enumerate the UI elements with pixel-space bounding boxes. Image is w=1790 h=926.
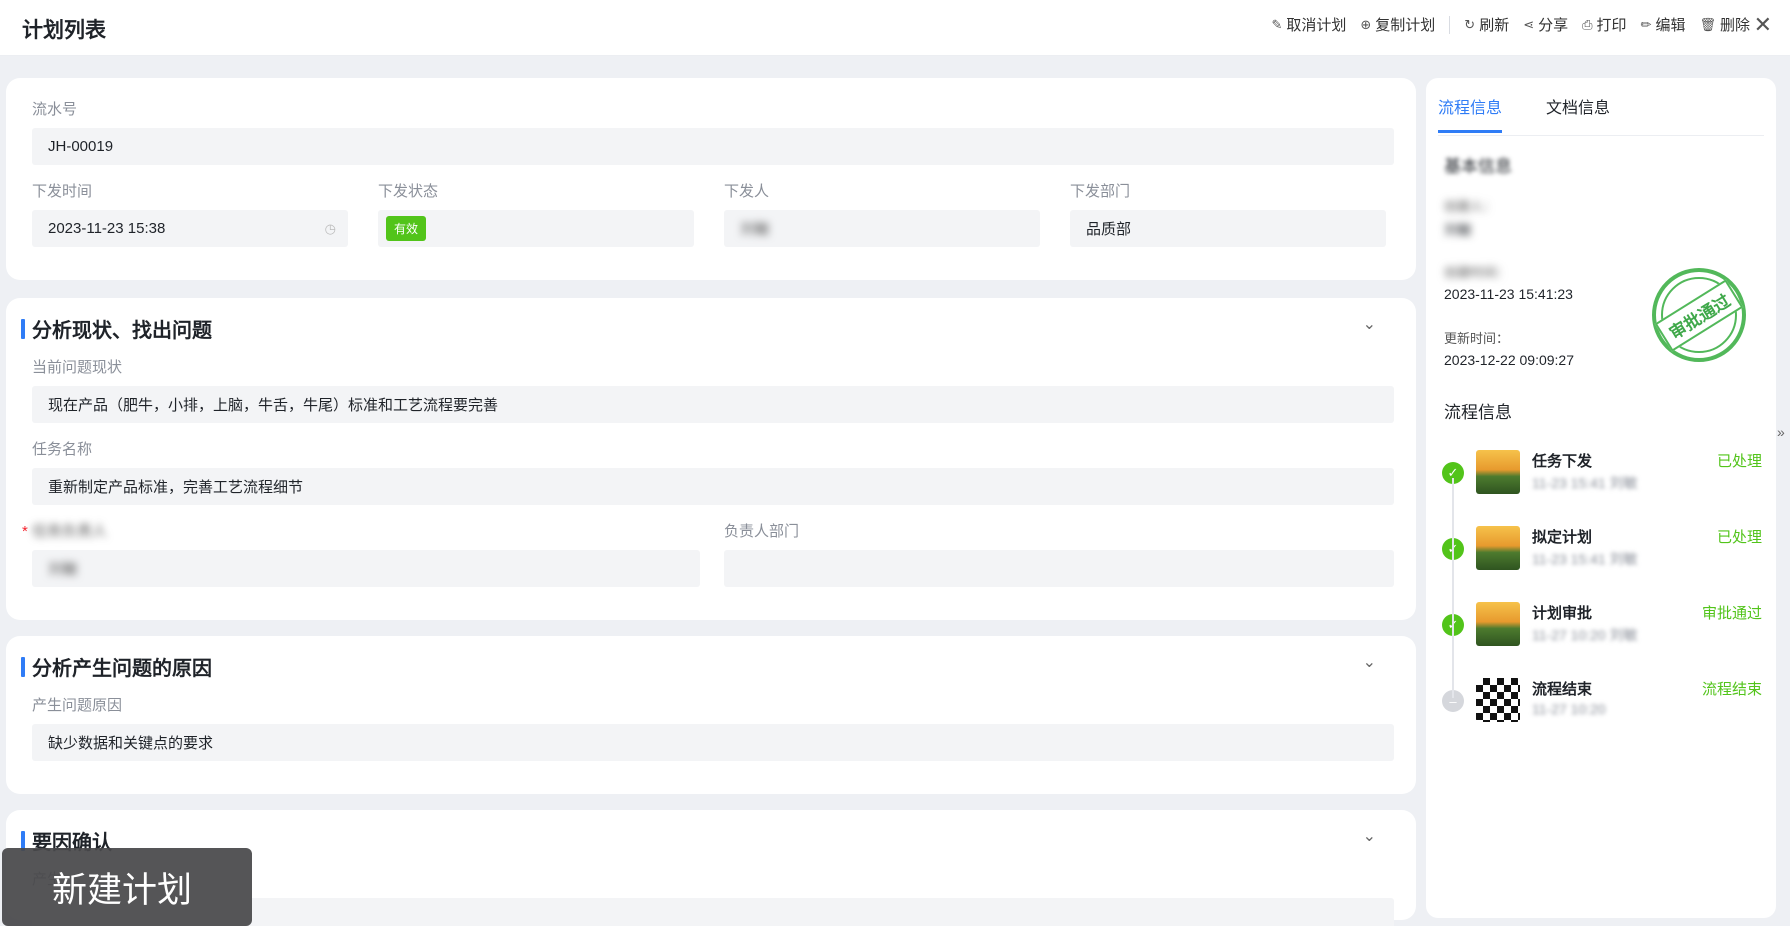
plus-circle-icon: ⊕: [1360, 16, 1372, 32]
create-time-label: 创建时间：: [1444, 265, 1510, 280]
basic-info-card: 流水号 JH-00019 下发时间 2023-11-23 15:38 ◷ 下发状…: [6, 78, 1416, 280]
tab-doc-info[interactable]: 文档信息: [1546, 94, 1610, 133]
update-time-value: 2023-12-22 09:09:27: [1444, 352, 1574, 368]
panel-tabs: 流程信息 文档信息: [1438, 94, 1610, 133]
flow-step: ✓ 计划审批 11-27 10:20 刘敏 审批通过: [1442, 600, 1762, 660]
section-title: 分析产生问题的原因: [21, 652, 212, 681]
edit-box-icon: ✎: [1271, 16, 1283, 32]
issue-status-label: 下发状态: [378, 183, 439, 200]
pencil-icon: ✏: [1640, 16, 1652, 32]
double-chevron-right-icon[interactable]: »: [1777, 424, 1785, 440]
flow-info-heading: 流程信息: [1444, 403, 1512, 422]
status-badge: 有效: [386, 216, 427, 241]
owner-dept-label: 负责人部门: [724, 523, 800, 540]
approved-stamp: 审批通过: [1652, 268, 1746, 362]
tab-flow-info[interactable]: 流程信息: [1438, 94, 1503, 133]
right-info-panel: 流程信息 文档信息 基本信息 创建人： 刘敏 创建时间： 2023-11-23 …: [1426, 78, 1776, 918]
printer-icon: ⎙: [1582, 16, 1593, 32]
copy-plan-button[interactable]: ⊕ 复制计划: [1360, 14, 1435, 35]
task-owner-label: * 任务负责人: [22, 523, 108, 540]
avatar: [1476, 450, 1520, 494]
toolbar: ✎ 取消计划 ⊕ 复制计划 ↻ 刷新 ⋖ 分享 ⎙ 打印 ✏ 编辑 🗑 删除: [1271, 14, 1750, 35]
cancel-plan-button[interactable]: ✎ 取消计划: [1271, 14, 1346, 35]
issue-dept-field[interactable]: 品质部: [1070, 210, 1386, 247]
section-accent-bar: [21, 318, 25, 339]
delete-button[interactable]: 🗑 删除: [1699, 14, 1750, 35]
task-owner-field[interactable]: 刘敏: [32, 550, 700, 587]
issuer-label: 下发人: [724, 183, 770, 200]
print-button[interactable]: ⎙ 打印: [1582, 14, 1626, 35]
serial-label: 流水号: [32, 101, 78, 118]
cause-section-card: 分析产生问题的原因 ⌄ 产生问题原因 缺少数据和关键点的要求: [6, 636, 1416, 794]
close-icon[interactable]: ✕: [1754, 12, 1772, 38]
page-title: 计划列表: [22, 19, 106, 42]
chevron-down-icon[interactable]: ⌄: [1363, 314, 1376, 334]
create-time-value: 2023-11-23 15:41:23: [1444, 286, 1573, 302]
cause-label: 产生问题原因: [32, 697, 123, 714]
issue-dept-label: 下发部门: [1070, 183, 1131, 200]
refresh-icon: ↻: [1464, 16, 1476, 32]
update-time-label: 更新时间：: [1444, 331, 1510, 346]
creator-label: 创建人：: [1444, 199, 1497, 214]
issue-time-field[interactable]: 2023-11-23 15:38 ◷: [32, 210, 348, 247]
basic-info-heading: 基本信息: [1444, 157, 1512, 176]
flow-step: ✓ 拟定计划 11-23 15:41 刘敏 已处理: [1442, 524, 1762, 584]
toast-message: 新建计划: [2, 848, 252, 926]
avatar: [1476, 526, 1520, 570]
clock-icon: ◷: [324, 220, 336, 236]
refresh-button[interactable]: ↻ 刷新: [1464, 14, 1509, 35]
toolbar-divider: [1449, 15, 1451, 34]
top-bar: 计划列表 ✎ 取消计划 ⊕ 复制计划 ↻ 刷新 ⋖ 分享 ⎙ 打印 ✏ 编辑 🗑 删除 ✕: [0, 0, 1790, 56]
chevron-down-icon[interactable]: ⌄: [1363, 652, 1376, 672]
avatar: [1476, 602, 1520, 646]
tab-divider: [1438, 135, 1764, 136]
cause-field[interactable]: 缺少数据和关键点的要求: [32, 724, 1394, 761]
owner-dept-field[interactable]: [724, 550, 1394, 587]
chevron-down-icon[interactable]: ⌄: [1363, 826, 1376, 846]
task-name-label: 任务名称: [32, 441, 93, 458]
creator-value: 刘敏: [1444, 222, 1472, 238]
issuer-field[interactable]: 刘敏: [724, 210, 1040, 247]
section-title: 分析现状、找出问题: [21, 314, 212, 343]
share-button[interactable]: ⋖ 分享: [1523, 14, 1568, 35]
serial-field[interactable]: JH-00019: [32, 128, 1394, 165]
flow-step: ✓ 任务下发 11-23 15:41 刘敏 已处理: [1442, 448, 1762, 508]
issue-status-field[interactable]: 有效: [378, 210, 694, 247]
current-problem-field[interactable]: 现在产品（肥牛，小排，上脑，牛舌，牛尾）标准和工艺流程要完善: [32, 386, 1394, 423]
avatar: [1476, 678, 1520, 722]
flow-step: – 流程结束 11-27 10:20 流程结束: [1442, 676, 1762, 736]
edit-button[interactable]: ✏ 编辑: [1641, 14, 1686, 35]
share-icon: ⋖: [1523, 16, 1535, 32]
issue-time-label: 下发时间: [32, 183, 93, 200]
task-name-field[interactable]: 重新制定产品标准，完善工艺流程细节: [32, 468, 1394, 505]
current-problem-label: 当前问题现状: [32, 359, 123, 376]
flow-timeline-line: [1452, 478, 1454, 698]
analysis-section-card: 分析现状、找出问题 ⌄ 当前问题现状 现在产品（肥牛，小排，上脑，牛舌，牛尾）标…: [6, 298, 1416, 620]
section-accent-bar: [21, 656, 25, 677]
trash-icon: 🗑: [1699, 16, 1716, 32]
